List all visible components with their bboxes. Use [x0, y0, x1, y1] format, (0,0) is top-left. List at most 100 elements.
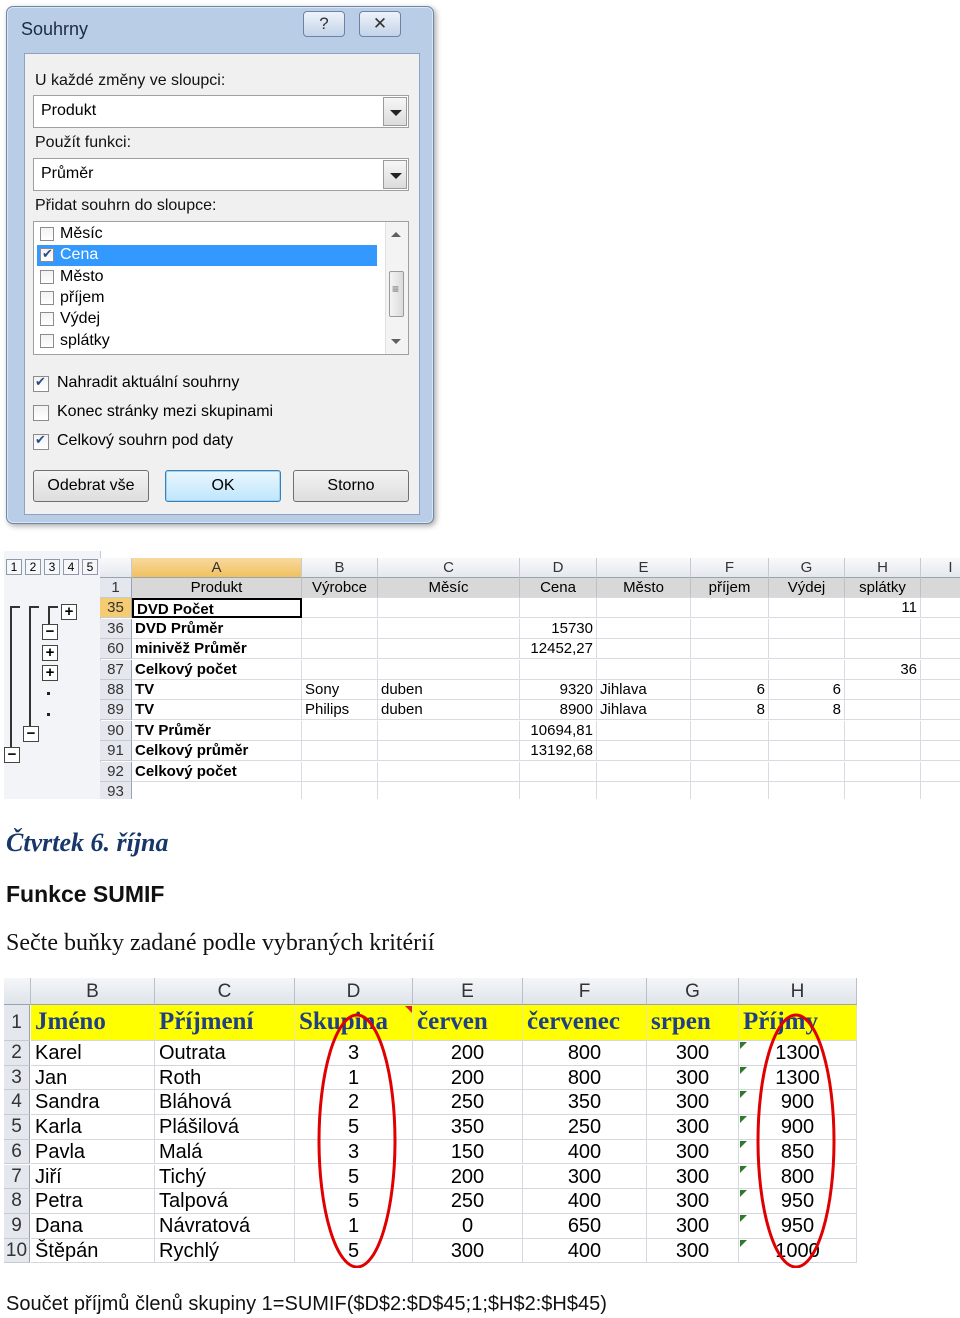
table-cell[interactable]: [921, 680, 960, 700]
collapse-icon[interactable]: −: [4, 747, 20, 763]
collapse-icon[interactable]: −: [42, 624, 58, 640]
header-cell[interactable]: Příjmy: [739, 1005, 857, 1041]
table-cell[interactable]: [378, 782, 520, 799]
row-header[interactable]: 1: [4, 1005, 30, 1041]
row-header[interactable]: 87: [100, 659, 132, 680]
row-header[interactable]: 88: [100, 680, 132, 700]
row-header[interactable]: 6: [4, 1139, 30, 1165]
error-indicator[interactable]: [740, 1116, 747, 1124]
header-cell[interactable]: červenec: [523, 1005, 647, 1041]
row-header[interactable]: 60: [100, 639, 132, 660]
header-cell[interactable]: Příjmení: [155, 1005, 295, 1041]
table-cell[interactable]: 300: [647, 1238, 739, 1264]
row-header[interactable]: 90: [100, 720, 132, 741]
table-cell[interactable]: 10694,81: [520, 720, 597, 741]
table-cell[interactable]: minivěž Průměr: [132, 639, 302, 660]
list-item-cena[interactable]: Cena: [37, 245, 377, 266]
table-cell[interactable]: [769, 598, 845, 619]
header-cell[interactable]: Výdej: [769, 578, 845, 598]
table-cell[interactable]: duben: [378, 700, 520, 721]
table-cell[interactable]: [691, 618, 769, 639]
table-cell[interactable]: 900: [739, 1115, 857, 1140]
table-cell[interactable]: [769, 639, 845, 660]
comment-indicator[interactable]: [405, 1006, 412, 1013]
column-header[interactable]: H: [739, 978, 857, 1005]
table-cell[interactable]: [302, 598, 378, 619]
checkbox[interactable]: [40, 334, 54, 348]
table-cell[interactable]: 950: [739, 1213, 857, 1239]
error-indicator[interactable]: [740, 1239, 747, 1247]
column-header[interactable]: B: [31, 978, 155, 1005]
checkbox[interactable]: [33, 374, 49, 392]
table-cell[interactable]: [520, 659, 597, 680]
table-cell[interactable]: [921, 741, 960, 762]
header-cell[interactable]: Cena: [520, 578, 597, 598]
table-cell[interactable]: Sony: [302, 680, 378, 700]
table-cell[interactable]: 850: [739, 1139, 857, 1165]
table-cell[interactable]: 6: [769, 680, 845, 700]
error-indicator[interactable]: [740, 1066, 747, 1074]
outline-level-1[interactable]: 1: [6, 559, 22, 575]
error-indicator[interactable]: [740, 1091, 747, 1099]
table-cell[interactable]: Jiří: [31, 1164, 155, 1190]
chevron-down-icon[interactable]: [383, 97, 407, 126]
select-all-corner[interactable]: [4, 978, 31, 1005]
checkbox[interactable]: [40, 270, 54, 284]
table-cell[interactable]: 6: [691, 680, 769, 700]
table-cell[interactable]: TV: [132, 700, 302, 721]
outline-level-5[interactable]: 5: [82, 559, 98, 575]
table-cell[interactable]: 5: [295, 1189, 413, 1214]
column-header[interactable]: C: [155, 978, 295, 1005]
table-cell[interactable]: 300: [647, 1139, 739, 1165]
table-cell[interactable]: [302, 761, 378, 782]
table-cell[interactable]: [921, 700, 960, 721]
table-cell[interactable]: 8: [769, 700, 845, 721]
table-cell[interactable]: [378, 741, 520, 762]
table-cell[interactable]: 12452,27: [520, 639, 597, 660]
row-header[interactable]: 7: [4, 1164, 30, 1190]
table-cell[interactable]: 1300: [739, 1041, 857, 1066]
table-cell[interactable]: 300: [523, 1164, 647, 1190]
table-cell[interactable]: 300: [647, 1065, 739, 1091]
outline-level-3[interactable]: 3: [44, 559, 60, 575]
table-cell[interactable]: 250: [413, 1189, 523, 1214]
table-cell[interactable]: Philips: [302, 700, 378, 721]
table-cell[interactable]: [597, 598, 691, 619]
table-cell[interactable]: [921, 660, 960, 680]
column-header-f[interactable]: F: [691, 558, 769, 578]
table-cell[interactable]: [769, 741, 845, 762]
table-cell[interactable]: [520, 598, 597, 619]
checkbox[interactable]: [40, 312, 54, 326]
checkbox[interactable]: [40, 246, 54, 262]
column-header-g[interactable]: G: [769, 558, 845, 578]
checkbox[interactable]: [40, 227, 54, 241]
table-cell[interactable]: 400: [523, 1139, 647, 1165]
table-cell[interactable]: Roth: [155, 1065, 295, 1091]
row-header[interactable]: 2: [4, 1041, 30, 1066]
table-cell[interactable]: [302, 741, 378, 762]
table-cell[interactable]: 2: [295, 1090, 413, 1116]
table-cell[interactable]: 1: [295, 1065, 413, 1091]
table-cell[interactable]: [691, 741, 769, 762]
column-header-h[interactable]: H: [845, 558, 921, 578]
row-header[interactable]: 35: [100, 598, 132, 619]
table-cell[interactable]: 350: [523, 1090, 647, 1116]
table-cell[interactable]: 3: [295, 1139, 413, 1165]
expand-icon[interactable]: +: [42, 645, 58, 661]
change-in-combo[interactable]: Produkt: [33, 95, 409, 128]
table-cell[interactable]: [597, 659, 691, 680]
table-cell[interactable]: 36: [845, 659, 921, 680]
row-header[interactable]: 92: [100, 761, 132, 782]
table-cell[interactable]: [597, 741, 691, 762]
table-cell[interactable]: Tichý: [155, 1164, 295, 1190]
table-cell[interactable]: 800: [523, 1041, 647, 1066]
table-cell[interactable]: [691, 720, 769, 741]
table-cell[interactable]: 11: [845, 598, 921, 619]
table-cell[interactable]: [520, 782, 597, 799]
table-cell[interactable]: [378, 618, 520, 639]
table-cell[interactable]: [845, 700, 921, 721]
table-cell[interactable]: [302, 782, 378, 799]
table-cell[interactable]: Jan: [31, 1065, 155, 1091]
list-item-mesto[interactable]: Město: [37, 267, 377, 288]
header-cell[interactable]: Měsíc: [378, 578, 520, 598]
